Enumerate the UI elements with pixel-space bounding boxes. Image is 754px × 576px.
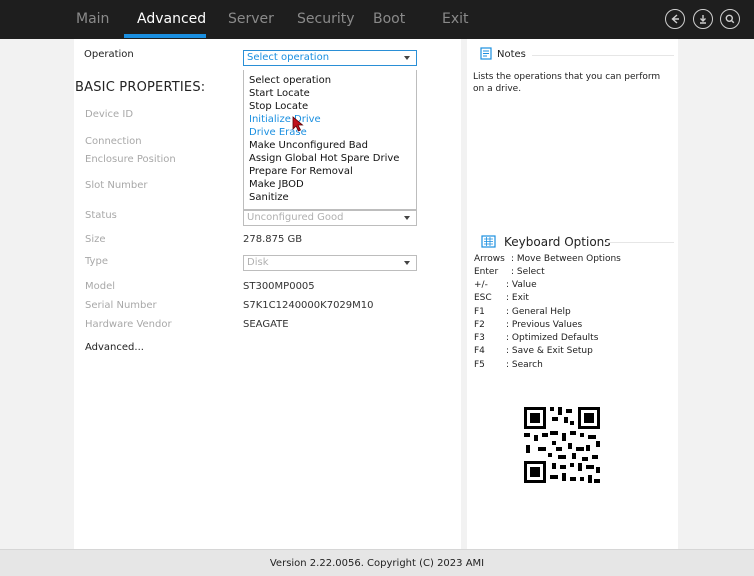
- keyboard-option-row: F1: General Help: [474, 307, 571, 317]
- keyboard-option-row: +/-: Value: [474, 280, 537, 290]
- basic-properties-heading: BASIC PROPERTIES:: [75, 80, 206, 95]
- status-label: Status: [85, 210, 117, 221]
- divider: [532, 55, 674, 56]
- keyboard-option-row: F3: Optimized Defaults: [474, 333, 599, 343]
- footer-version: Version 2.22.0056. Copyright (C) 2023 AM…: [0, 549, 754, 576]
- status-select-value: Unconfigured Good: [247, 212, 344, 223]
- dropdown-option[interactable]: Assign Global Hot Spare Drive: [249, 153, 399, 164]
- operation-select[interactable]: Select operation: [243, 50, 417, 66]
- enclosure-position-label: Enclosure Position: [85, 154, 176, 165]
- tab-exit[interactable]: Exit: [442, 11, 469, 27]
- type-select-value: Disk: [247, 257, 269, 268]
- dropdown-option[interactable]: Make JBOD: [249, 179, 304, 190]
- keyboard-options-title: Keyboard Options: [504, 235, 611, 249]
- keyboard-option-row: F5: Search: [474, 360, 543, 370]
- hardware-vendor-value: SEAGATE: [243, 319, 289, 330]
- type-select: Disk: [243, 255, 417, 271]
- size-value: 278.875 GB: [243, 234, 303, 245]
- tab-security[interactable]: Security: [297, 11, 355, 27]
- tab-boot[interactable]: Boot: [373, 11, 405, 27]
- chevron-down-icon: [404, 56, 410, 60]
- chevron-down-icon: [404, 261, 410, 265]
- status-select: Unconfigured Good: [243, 210, 417, 226]
- dropdown-option[interactable]: Sanitize: [249, 192, 289, 203]
- keyboard-option-row: Arrows: Move Between Options: [474, 254, 621, 264]
- serial-number-label: Serial Number: [85, 300, 157, 311]
- model-label: Model: [85, 281, 116, 292]
- keyboard-option-row: Enter: Select: [474, 267, 545, 277]
- dropdown-option[interactable]: Make Unconfigured Bad: [249, 140, 368, 151]
- active-tab-indicator: [124, 34, 206, 38]
- connection-label: Connection: [85, 136, 142, 147]
- dropdown-option[interactable]: Start Locate: [249, 88, 310, 99]
- keyboard-option-row: F4: Save & Exit Setup: [474, 346, 593, 356]
- dropdown-option[interactable]: Prepare For Removal: [249, 166, 353, 177]
- tab-advanced[interactable]: Advanced: [137, 11, 206, 27]
- notes-text: Lists the operations that you can perfor…: [473, 72, 661, 94]
- notes-icon: [480, 47, 492, 60]
- chevron-down-icon: [404, 216, 410, 220]
- dropdown-option-highlighted[interactable]: Initialize Drive: [249, 114, 321, 125]
- operation-label: Operation: [84, 49, 134, 60]
- advanced-link[interactable]: Advanced...: [85, 342, 144, 353]
- cursor-icon: [292, 116, 304, 132]
- keyboard-icon: [481, 235, 496, 248]
- operation-dropdown-list: Select operation Start Locate Stop Locat…: [243, 70, 417, 210]
- slot-number-label: Slot Number: [85, 180, 148, 191]
- model-value: ST300MP0005: [243, 281, 315, 292]
- operation-select-value: Select operation: [247, 52, 330, 63]
- size-label: Size: [85, 234, 106, 245]
- notes-title: Notes: [497, 49, 526, 60]
- back-icon[interactable]: [665, 9, 685, 29]
- top-nav-bar: Main Advanced Server Security Boot Exit: [0, 0, 754, 39]
- keyboard-option-row: F2: Previous Values: [474, 320, 583, 330]
- dropdown-option[interactable]: Stop Locate: [249, 101, 308, 112]
- type-label: Type: [85, 256, 108, 267]
- hardware-vendor-label: Hardware Vendor: [85, 319, 172, 330]
- serial-number-value: S7K1C1240000K7029M10: [243, 300, 374, 311]
- divider: [605, 242, 674, 243]
- tab-main[interactable]: Main: [76, 11, 109, 27]
- search-icon[interactable]: [720, 9, 740, 29]
- tab-server[interactable]: Server: [228, 11, 274, 27]
- qr-code: [518, 401, 606, 489]
- device-id-label: Device ID: [85, 109, 134, 120]
- save-icon[interactable]: [693, 9, 713, 29]
- dropdown-option[interactable]: Select operation: [249, 75, 331, 86]
- keyboard-option-row: ESC: Exit: [474, 293, 529, 303]
